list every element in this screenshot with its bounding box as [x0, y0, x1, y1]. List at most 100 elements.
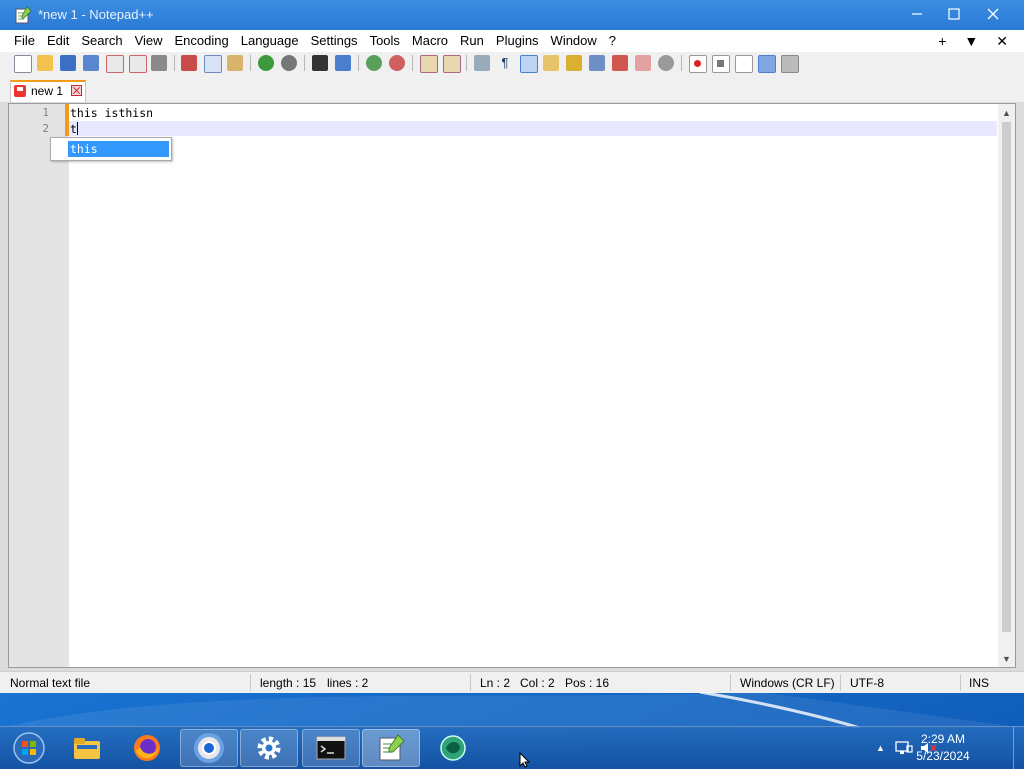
toolbar-separator	[304, 55, 305, 71]
sync-vertical-icon[interactable]	[420, 55, 438, 73]
status-file-type: Normal text file	[10, 676, 91, 690]
show-desktop-button[interactable]	[1013, 727, 1024, 769]
new-tab-plus-button[interactable]: +	[938, 30, 946, 52]
doc-map-icon[interactable]	[566, 55, 582, 71]
cut-icon[interactable]	[181, 55, 197, 71]
tab-label: new 1	[31, 84, 64, 98]
zoom-in-icon[interactable]	[366, 55, 382, 71]
scroll-thumb[interactable]	[1002, 122, 1011, 632]
menu-right-controls: + ▼ ✕	[938, 30, 1008, 52]
text-caret	[77, 122, 78, 135]
open-file-icon[interactable]	[37, 55, 53, 71]
menu-search[interactable]: Search	[75, 30, 128, 52]
start-button[interactable]	[0, 729, 58, 767]
show-hidden-icons-icon[interactable]: ▲	[876, 743, 885, 753]
tab-new-1[interactable]: new 1	[10, 80, 86, 102]
vertical-scrollbar[interactable]: ▲ ▼	[998, 104, 1015, 667]
sync-horizontal-icon[interactable]	[443, 55, 461, 73]
tab-close-icon[interactable]	[71, 85, 82, 96]
toolbar-separator	[412, 55, 413, 71]
autocomplete-item[interactable]: this	[68, 141, 169, 157]
save-macro-icon[interactable]	[781, 55, 799, 73]
menu-edit[interactable]: Edit	[41, 30, 75, 52]
taskbar-command-prompt[interactable]	[302, 729, 360, 767]
word-wrap-icon[interactable]	[474, 55, 490, 71]
menu-run[interactable]: Run	[454, 30, 490, 52]
status-eol[interactable]: Windows (CR LF)	[740, 675, 835, 691]
line-number: 2	[42, 122, 49, 135]
close-document-button[interactable]: ✕	[996, 30, 1008, 52]
close-all-icon[interactable]	[129, 55, 147, 73]
windows-start-icon	[13, 732, 45, 764]
close-button[interactable]	[974, 0, 1012, 28]
taskbar-file-explorer[interactable]	[58, 729, 116, 767]
save-all-icon[interactable]	[83, 55, 99, 71]
status-insert-mode[interactable]: INS	[969, 675, 989, 691]
menu-tools[interactable]: Tools	[364, 30, 406, 52]
find-icon[interactable]	[312, 55, 328, 71]
folder-workspace-icon[interactable]	[635, 55, 651, 71]
current-line-highlight	[69, 121, 997, 136]
gear-icon	[257, 736, 281, 760]
replace-icon[interactable]	[335, 55, 351, 71]
status-divider	[730, 674, 731, 691]
redo-icon[interactable]	[281, 55, 297, 71]
title-bar[interactable]: *new 1 - Notepad++	[0, 0, 1024, 30]
doc-list-icon[interactable]	[589, 55, 605, 71]
stop-macro-icon[interactable]	[712, 55, 730, 73]
run-macro-multiple-icon[interactable]	[758, 55, 776, 73]
record-macro-icon[interactable]	[689, 55, 707, 73]
menu-help[interactable]: ?	[603, 30, 622, 52]
print-icon[interactable]	[151, 55, 167, 71]
status-divider	[250, 674, 251, 691]
minimize-button[interactable]	[898, 0, 936, 28]
status-col: Col : 2	[520, 676, 555, 690]
user-language-icon[interactable]	[543, 55, 559, 71]
minimize-icon	[912, 13, 922, 15]
menu-view[interactable]: View	[129, 30, 169, 52]
menu-plugins[interactable]: Plugins	[490, 30, 545, 52]
toolbar-separator	[358, 55, 359, 71]
show-all-chars-icon[interactable]: ¶	[497, 55, 513, 71]
undo-icon[interactable]	[258, 55, 274, 71]
scroll-up-icon[interactable]: ▲	[998, 104, 1015, 121]
status-divider	[960, 674, 961, 691]
menu-bar: File Edit Search View Encoding Language …	[0, 30, 1024, 52]
notepadpp-app-icon	[15, 6, 32, 24]
menu-window[interactable]: Window	[545, 30, 603, 52]
status-lines: lines : 2	[327, 676, 369, 690]
status-encoding[interactable]: UTF-8	[850, 675, 884, 691]
taskbar-notepadpp[interactable]	[362, 729, 420, 767]
status-bar: Normal text file length : 15 lines : 2 L…	[0, 671, 1024, 693]
menu-settings[interactable]: Settings	[305, 30, 364, 52]
save-icon[interactable]	[60, 55, 76, 71]
taskbar-clock[interactable]: 2:29 AM 5/23/2024	[908, 731, 978, 765]
menu-file[interactable]: File	[0, 30, 41, 52]
taskbar-app[interactable]	[424, 729, 482, 767]
taskbar-settings[interactable]	[240, 729, 298, 767]
status-length: length : 15	[260, 676, 317, 690]
new-file-icon[interactable]	[14, 55, 32, 73]
paste-icon[interactable]	[227, 55, 243, 71]
scroll-down-icon[interactable]: ▼	[998, 650, 1015, 667]
code-line[interactable]: this isthisn	[70, 106, 153, 120]
taskbar-firefox[interactable]	[118, 729, 176, 767]
tab-list-dropdown-button[interactable]: ▼	[964, 30, 978, 52]
zoom-out-icon[interactable]	[389, 55, 405, 71]
menu-encoding[interactable]: Encoding	[169, 30, 235, 52]
close-file-icon[interactable]	[106, 55, 124, 73]
indent-guide-icon[interactable]	[520, 55, 538, 73]
taskbar-chrome[interactable]	[180, 729, 238, 767]
function-list-icon[interactable]	[612, 55, 628, 71]
play-macro-icon[interactable]	[735, 55, 753, 73]
line-number-gutter: 1 2	[9, 104, 69, 667]
monitoring-icon[interactable]	[658, 55, 674, 71]
copy-icon[interactable]	[204, 55, 222, 73]
unsaved-file-icon	[14, 85, 26, 97]
editor-area[interactable]: 1 2 this isthisn t this ▲ ▼	[8, 103, 1016, 668]
menu-language[interactable]: Language	[235, 30, 305, 52]
code-line[interactable]: t	[70, 122, 77, 136]
autocomplete-popup: this	[50, 137, 172, 161]
menu-macro[interactable]: Macro	[406, 30, 454, 52]
maximize-button[interactable]	[935, 0, 973, 28]
